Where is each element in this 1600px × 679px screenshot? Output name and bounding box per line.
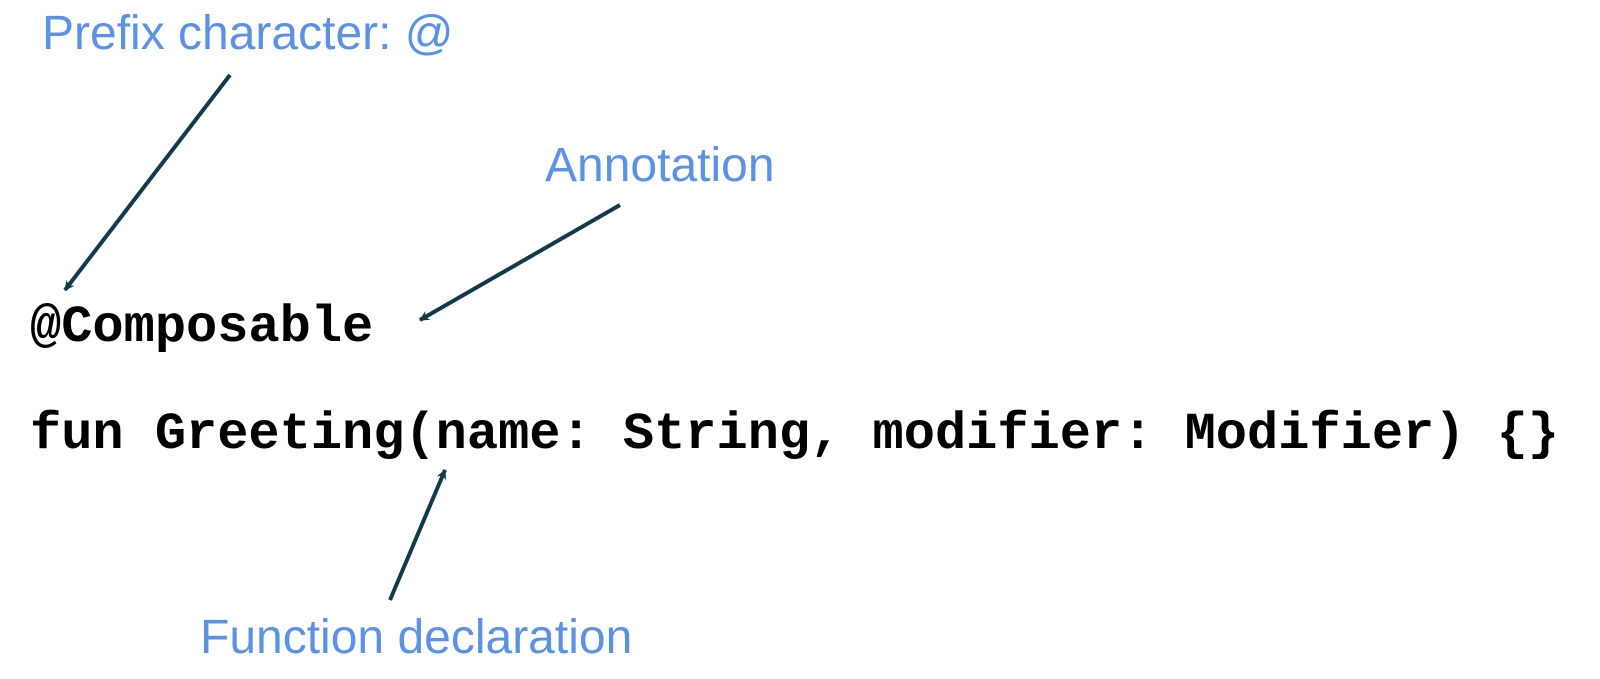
diagram-stage: Prefix character: @ Annotation Function …: [0, 0, 1600, 679]
label-function-declaration: Function declaration: [200, 612, 632, 665]
label-annotation: Annotation: [545, 140, 775, 193]
arrow-function-declaration: [390, 470, 445, 600]
arrow-prefix: [65, 75, 230, 290]
code-line-declaration: fun Greeting(name: String, modifier: Mod…: [30, 405, 1559, 464]
code-line-annotation: @Composable: [30, 298, 373, 357]
arrow-annotation: [420, 205, 620, 320]
label-prefix-character: Prefix character: @: [42, 8, 454, 61]
